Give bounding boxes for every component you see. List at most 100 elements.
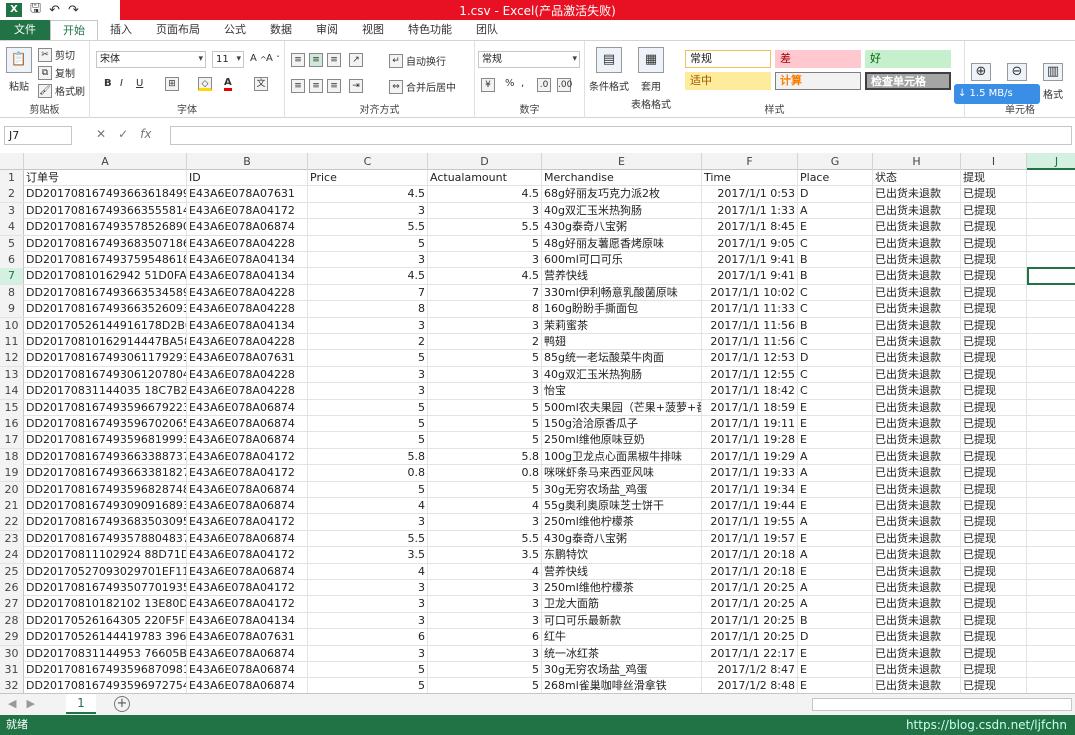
cell[interactable]: C — [798, 235, 873, 252]
cell[interactable]: 3 — [308, 317, 428, 334]
cell[interactable]: 3 — [308, 383, 428, 400]
horizontal-scrollbar[interactable] — [812, 698, 1072, 711]
border-button[interactable]: ⊞ — [165, 77, 179, 91]
cell[interactable]: 500ml农夫果园（芒果+菠萝+番 — [542, 399, 702, 416]
cell[interactable]: 已提现 — [961, 301, 1027, 318]
cell[interactable]: 已出货未退款 — [873, 596, 961, 613]
column-header-j[interactable]: J — [1027, 153, 1075, 170]
cell[interactable]: Place — [798, 170, 873, 186]
cell[interactable]: 4 — [308, 563, 428, 580]
cell[interactable]: 3 — [428, 252, 542, 268]
cell[interactable]: E43A6E078A07631 — [187, 186, 308, 203]
cell[interactable]: 4 — [428, 563, 542, 580]
cell[interactable]: 已出货未退款 — [873, 432, 961, 449]
indent-button[interactable]: ⇥ — [349, 79, 363, 93]
cell[interactable]: 已提现 — [961, 202, 1027, 219]
cell[interactable]: E43A6E078A04172 — [187, 465, 308, 482]
cell[interactable]: 2017/1/1 19:44 — [702, 498, 798, 514]
row-header[interactable]: 13 — [0, 366, 24, 383]
cell[interactable]: 2017/1/1 19:28 — [702, 432, 798, 449]
cell[interactable]: 2017/1/1 22:17 — [702, 645, 798, 662]
cell[interactable]: 5.8 — [308, 448, 428, 465]
cell[interactable]: 5 — [308, 481, 428, 498]
cell[interactable]: 3 — [308, 596, 428, 613]
cell[interactable]: 268ml雀巢咖啡丝滑拿铁 — [542, 678, 702, 693]
cell[interactable]: 430g泰奇八宝粥 — [542, 530, 702, 547]
cell[interactable] — [1027, 170, 1075, 186]
cell[interactable] — [1027, 498, 1075, 514]
cell[interactable]: E — [798, 416, 873, 432]
cell[interactable]: D — [798, 350, 873, 367]
cell[interactable]: 5.5 — [308, 530, 428, 547]
fill-color-button[interactable]: ◇ — [198, 77, 212, 91]
cell[interactable]: 已提现 — [961, 416, 1027, 432]
cell[interactable]: E43A6E078A06874 — [187, 399, 308, 416]
cell[interactable]: 可口可乐最新款 — [542, 612, 702, 629]
cell[interactable]: 68g好丽友巧克力派2枚 — [542, 186, 702, 203]
cell[interactable]: DD201708167493663388737478 — [24, 448, 187, 465]
cell[interactable]: 7 — [308, 284, 428, 301]
cell[interactable]: DD201708167493663555814061 — [24, 202, 187, 219]
row-header[interactable]: 3 — [0, 202, 24, 219]
cell[interactable]: 5.5 — [428, 530, 542, 547]
name-box[interactable]: J7 — [4, 126, 72, 145]
formula-input[interactable] — [170, 126, 1072, 145]
cell[interactable]: 3 — [428, 366, 542, 383]
cell[interactable]: 2017/1/1 20:18 — [702, 563, 798, 580]
cell[interactable]: 已出货未退款 — [873, 399, 961, 416]
cell[interactable]: 已出货未退款 — [873, 202, 961, 219]
cell[interactable]: C — [798, 334, 873, 350]
cell[interactable]: 已提现 — [961, 498, 1027, 514]
font-size-select[interactable]: 11 — [212, 51, 244, 68]
cell[interactable]: 0.8 — [308, 465, 428, 482]
cell[interactable]: E43A6E078A06874 — [187, 432, 308, 449]
cell[interactable]: E43A6E078A06874 — [187, 563, 308, 580]
row-header[interactable]: 19 — [0, 465, 24, 482]
cell[interactable]: 2017/1/1 20:18 — [702, 547, 798, 564]
cell[interactable]: 已提现 — [961, 366, 1027, 383]
style-neutral[interactable]: 适中 — [685, 72, 771, 90]
cell[interactable]: 已出货未退款 — [873, 678, 961, 693]
cell[interactable]: 已出货未退款 — [873, 514, 961, 531]
cell[interactable]: E43A6E078A07631 — [187, 629, 308, 646]
cell[interactable]: 已出货未退款 — [873, 350, 961, 367]
cell[interactable]: 2017/1/1 19:55 — [702, 514, 798, 531]
cell[interactable]: 48g好丽友薯愿香烤原味 — [542, 235, 702, 252]
format-painter-button[interactable]: 🖌 格式刷 — [38, 83, 85, 98]
cell[interactable]: 已出货未退款 — [873, 235, 961, 252]
cell[interactable]: DD201708167493663381827746 — [24, 465, 187, 482]
cell[interactable]: 2017/1/1 19:57 — [702, 530, 798, 547]
cell[interactable]: A — [798, 202, 873, 219]
conditional-format-button[interactable]: ▤ 条件格式 — [589, 47, 629, 93]
cell[interactable]: E43A6E078A06874 — [187, 481, 308, 498]
align-center-button[interactable]: ≡ — [309, 79, 323, 93]
cell[interactable]: 已出货未退款 — [873, 186, 961, 203]
cell[interactable]: 2017/1/1 18:59 — [702, 399, 798, 416]
cell[interactable]: DD20170526144419783 3969DB2 — [24, 629, 187, 646]
row-header[interactable]: 10 — [0, 317, 24, 334]
cell[interactable]: 已提现 — [961, 383, 1027, 400]
cell[interactable]: C — [798, 383, 873, 400]
cell[interactable]: 已提现 — [961, 399, 1027, 416]
cell[interactable]: E43A6E078A04134 — [187, 268, 308, 285]
cell[interactable]: 2017/1/1 10:02 — [702, 284, 798, 301]
cell[interactable]: 东鹏特饮 — [542, 547, 702, 564]
select-all-corner[interactable] — [0, 153, 24, 170]
cell[interactable] — [1027, 416, 1075, 432]
tab-team[interactable]: 团队 — [464, 20, 510, 40]
phonetic-button[interactable]: 文 — [254, 77, 268, 91]
cell[interactable]: 2017/1/1 12:55 — [702, 366, 798, 383]
cell[interactable]: DD201708167493663534589050 — [24, 284, 187, 301]
cell[interactable]: 3 — [428, 596, 542, 613]
cell[interactable]: E43A6E078A04134 — [187, 252, 308, 268]
tab-file[interactable]: 文件 — [0, 20, 50, 40]
cell[interactable]: B — [798, 612, 873, 629]
cell[interactable] — [1027, 514, 1075, 530]
cell[interactable]: DD20170526144916178D2B0429 — [24, 317, 187, 334]
cell[interactable]: DD201708167493596702065938 — [24, 416, 187, 432]
align-left-button[interactable]: ≡ — [291, 79, 305, 93]
cell[interactable]: A — [798, 580, 873, 596]
row-header[interactable]: 31 — [0, 662, 24, 678]
cell[interactable]: E43A6E078A04228 — [187, 366, 308, 383]
cell[interactable]: 5.5 — [428, 219, 542, 236]
